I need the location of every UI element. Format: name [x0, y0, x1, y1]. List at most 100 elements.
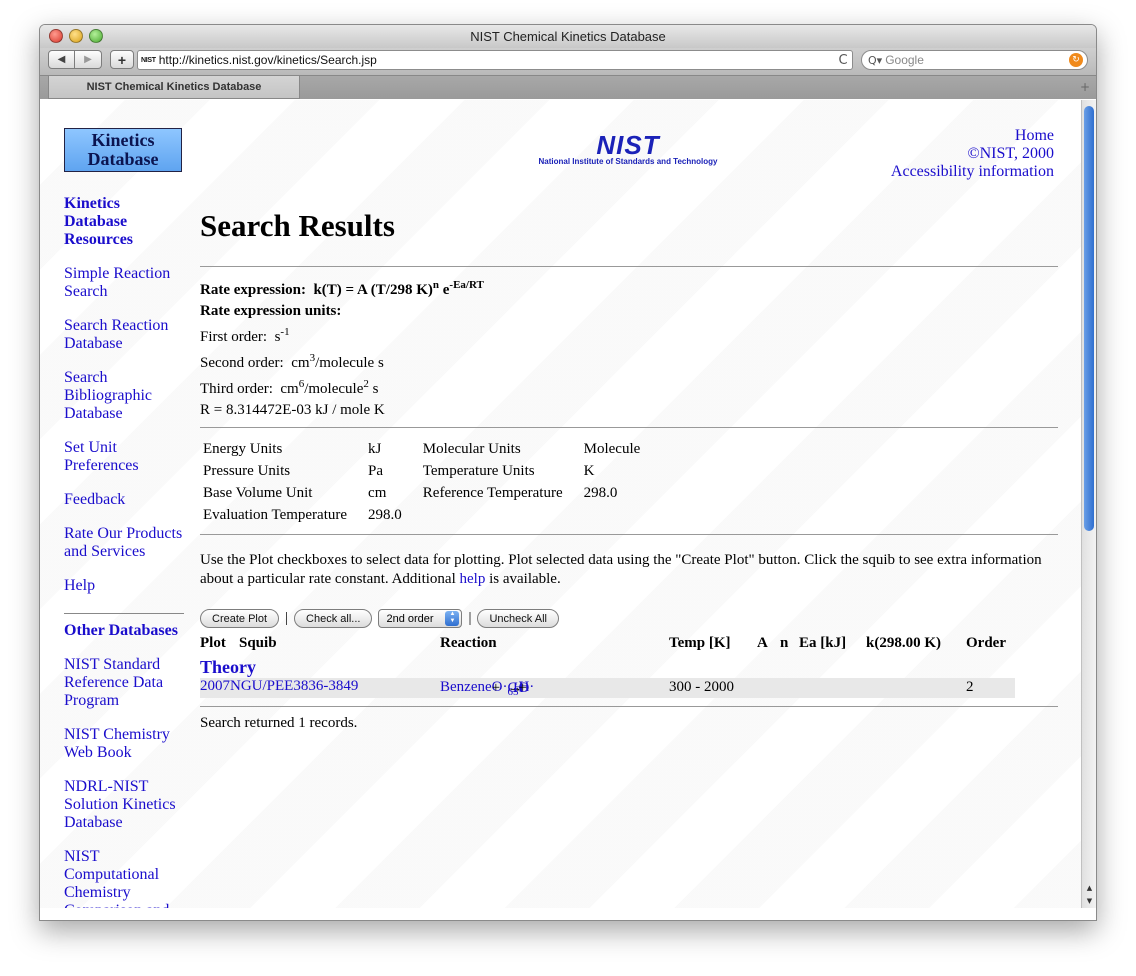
units-cell: Reference Temperature: [422, 484, 563, 501]
col-ea: Ea [kJ]: [799, 635, 847, 651]
first-order-line: First order: s-1: [200, 322, 1058, 348]
units-cell: Pa: [368, 462, 384, 479]
sidebar-divider: [64, 613, 184, 614]
sidebar-item-srd-program[interactable]: NIST Standard Reference Data Program: [64, 656, 184, 710]
tab-bar: NIST Chemical Kinetics Database +: [40, 75, 1096, 99]
rate-expression-block: Rate expression: k(T) = A (T/298 K)n e-E…: [200, 275, 1058, 421]
new-tab-icon[interactable]: +: [1080, 80, 1090, 94]
units-table: Energy Units kJ Molecular Units Molecule…: [200, 438, 658, 526]
units-cell: 298.0: [368, 506, 402, 523]
forward-arrow-icon: ▶: [84, 54, 92, 65]
sidebar-item-feedback[interactable]: Feedback: [64, 491, 184, 509]
check-all-button[interactable]: Check all...: [294, 609, 373, 628]
second-order-label: Second order:: [200, 355, 284, 371]
page-content: Kinetics Database NIST National Institut…: [40, 100, 1082, 908]
third-order-line: Third order: cm6/molecule2 s: [200, 374, 1058, 400]
third-order-label: Third order:: [200, 381, 273, 397]
vertical-scrollbar[interactable]: ▲ ▼: [1081, 100, 1096, 908]
rate-expression-line: Rate expression: k(T) = A (T/298 K)n e-E…: [200, 275, 1058, 301]
table-row: 2007NGU/PEE3836-3849 Benzene + O· → C6H5…: [200, 678, 1015, 698]
first-order-sup: -1: [280, 326, 290, 338]
nav-buttons: ◀ ▶: [48, 50, 102, 69]
units-cell: kJ: [368, 440, 382, 457]
scrollbar-thumb[interactable]: [1084, 106, 1094, 531]
scroll-arrows[interactable]: ▲ ▼: [1082, 882, 1096, 908]
nist-logo[interactable]: NIST National Institute of Standards and…: [516, 130, 740, 166]
units-cell: [420, 504, 581, 526]
instructions-b: is available.: [485, 571, 561, 587]
squib-link[interactable]: 2007NGU/PEE3836-3849: [200, 678, 358, 694]
sidebar-item-search-bibliographic[interactable]: Search Bibliographic Database: [64, 369, 184, 423]
divider: [200, 266, 1058, 267]
create-plot-button[interactable]: Create Plot: [200, 609, 280, 628]
address-bar[interactable]: NIST http://kinetics.nist.gov/kinetics/S…: [137, 50, 853, 70]
divider: [200, 534, 1058, 535]
sidebar-item-unit-preferences[interactable]: Set Unit Preferences: [64, 439, 184, 475]
help-link[interactable]: help: [460, 571, 486, 587]
add-bookmark-button[interactable]: +: [110, 50, 134, 69]
copyright-link[interactable]: ©NIST, 2000: [891, 145, 1054, 163]
sidebar-item-ndrl[interactable]: NDRL-NIST Solution Kinetics Database: [64, 778, 184, 832]
browser-toolbar: ◀ ▶ + NIST http://kinetics.nist.gov/kine…: [40, 48, 1096, 75]
product-c6h5o-link[interactable]: C6H5O: [507, 679, 529, 698]
accessibility-link[interactable]: Accessibility information: [891, 163, 1054, 181]
sidebar-item-rate-products[interactable]: Rate Our Products and Services: [64, 525, 184, 561]
logo-line1: Kinetics: [91, 130, 155, 150]
units-cell: K: [583, 462, 595, 479]
url-text[interactable]: http://kinetics.nist.gov/kinetics/Search…: [159, 53, 834, 67]
instructions-a: Use the Plot checkboxes to select data f…: [200, 552, 1042, 587]
order-select[interactable]: 2nd order ▲ ▼: [378, 609, 463, 628]
browser-window: NIST Chemical Kinetics Database ◀ ▶ + NI…: [39, 24, 1097, 921]
results-header: Plot Squib Reaction Temp [K] A n Ea [kJ]…: [200, 635, 1058, 657]
plus-icon: +: [117, 51, 127, 68]
page-title: Search Results: [200, 208, 395, 243]
col-k298: k(298.00 K): [866, 635, 941, 651]
second-order-unit: cm: [291, 355, 310, 371]
reload-icon[interactable]: C: [834, 53, 852, 68]
search-go-icon[interactable]: ↻: [1069, 53, 1083, 67]
col-temp: Temp [K]: [669, 635, 731, 651]
back-button[interactable]: ◀: [48, 50, 75, 69]
sidebar-heading-other[interactable]: Other Databases: [64, 622, 184, 640]
sidebar-item-search-reaction[interactable]: Search Reaction Database: [64, 317, 184, 353]
reactant-benzene-link[interactable]: Benzene: [440, 679, 492, 695]
sidebar-heading-resources[interactable]: Kinetics Database Resources: [64, 195, 184, 249]
units-row: Energy Units kJ Molecular Units Molecule: [200, 438, 658, 460]
uncheck-all-button[interactable]: Uncheck All: [477, 609, 559, 628]
rate-expression-label: Rate expression:: [200, 282, 306, 298]
window-title: NIST Chemical Kinetics Database: [470, 29, 666, 44]
col-reaction: Reaction: [440, 635, 497, 651]
sidebar-item-simple-search[interactable]: Simple Reaction Search: [64, 265, 184, 301]
col-a: A: [757, 635, 768, 651]
col-squib: Squib: [239, 635, 277, 651]
nist-logo-word: NIST: [596, 130, 660, 160]
first-order-label: First order:: [200, 329, 268, 345]
sidebar: Kinetics Database Resources Simple React…: [64, 195, 184, 908]
units-cell: Molecular Units: [422, 440, 521, 457]
col-n: n: [780, 635, 789, 651]
units-cell: Temperature Units: [422, 462, 535, 479]
kinetics-database-logo[interactable]: Kinetics Database: [64, 128, 182, 172]
units-cell: [581, 504, 659, 526]
sidebar-item-webbook[interactable]: NIST Chemistry Web Book: [64, 726, 184, 762]
home-link[interactable]: Home: [891, 127, 1054, 145]
units-row: Pressure Units Pa Temperature Units K: [200, 460, 658, 482]
units-cell: cm: [368, 484, 387, 501]
tab-nist-kinetics[interactable]: NIST Chemical Kinetics Database: [48, 76, 300, 99]
search-field[interactable]: Q▾ Google ↻: [861, 50, 1088, 70]
units-label: Rate expression units:: [200, 303, 342, 319]
instructions-text: Use the Plot checkboxes to select data f…: [200, 551, 1058, 589]
units-cell: Evaluation Temperature: [203, 506, 348, 523]
search-placeholder[interactable]: Google: [885, 53, 1069, 67]
col-order: Order: [966, 635, 1006, 651]
order-cell: 2: [966, 679, 974, 695]
second-order-unit-b: /molecule s: [315, 355, 384, 371]
col-plot: Plot: [200, 635, 226, 651]
units-cell: Energy Units: [203, 440, 283, 457]
search-icon[interactable]: Q▾: [868, 54, 882, 67]
sidebar-item-help[interactable]: Help: [64, 577, 184, 595]
forward-button[interactable]: ▶: [75, 50, 102, 69]
units-cell: Base Volume Unit: [203, 484, 313, 501]
sidebar-item-computational[interactable]: NIST Computational Chemistry Comparison …: [64, 848, 184, 908]
results-count-text: Search returned 1 records.: [200, 715, 358, 731]
